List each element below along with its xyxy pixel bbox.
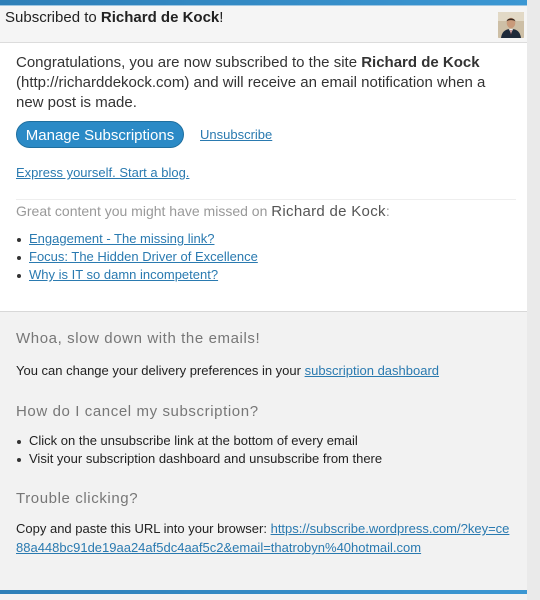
list-item: Visit your subscription dashboard and un… bbox=[16, 450, 516, 468]
slow-down-section: Whoa, slow down with the emails! You can… bbox=[16, 330, 516, 380]
cancel-steps-list: Click on the unsubscribe link at the bot… bbox=[16, 432, 516, 468]
slow-down-text: You can change your delivery preferences… bbox=[16, 361, 516, 380]
message-part2: (http://richarddekock.com) and will rece… bbox=[16, 74, 486, 111]
manage-subscriptions-button[interactable]: Manage Subscriptions bbox=[16, 121, 184, 148]
header-site-name: Richard de Kock bbox=[100, 9, 220, 26]
recent-posts-list: Engagement - The missing link? Focus: Th… bbox=[16, 230, 258, 284]
start-blog-link[interactable]: Express yourself. Start a blog. bbox=[16, 165, 189, 180]
trouble-text-body: Copy and paste this URL into your browse… bbox=[16, 521, 271, 536]
trouble-heading: Trouble clicking? bbox=[16, 490, 139, 507]
missed-prefix: Great content you might have missed on bbox=[16, 203, 272, 219]
message-part1: Congratulations, you are now subscribed … bbox=[16, 54, 362, 71]
cancel-section: How do I cancel my subscription? Click o… bbox=[16, 403, 516, 468]
missed-suffix: : bbox=[385, 203, 390, 219]
missed-site-name: Richard de Kock bbox=[271, 203, 386, 220]
post-link[interactable]: Focus: The Hidden Driver of Excellence bbox=[29, 249, 258, 264]
header-title: Subscribed to Richard de Kock! bbox=[5, 9, 223, 26]
slow-down-heading: Whoa, slow down with the emails! bbox=[16, 330, 261, 347]
avatar bbox=[498, 12, 524, 38]
missed-content-heading: Great content you might have missed on R… bbox=[16, 203, 390, 220]
avatar-portrait-icon bbox=[498, 12, 524, 38]
message-site-name: Richard de Kock bbox=[361, 54, 480, 71]
unsubscribe-link[interactable]: Unsubscribe bbox=[200, 127, 272, 142]
trouble-section: Trouble clicking? Copy and paste this UR… bbox=[16, 490, 516, 557]
confirmation-message: Congratulations, you are now subscribed … bbox=[16, 53, 516, 113]
subscription-header: Subscribed to Richard de Kock! bbox=[0, 6, 527, 43]
subscription-card: Congratulations, you are now subscribed … bbox=[0, 43, 527, 312]
email-frame: Subscribed to Richard de Kock! Congratul… bbox=[0, 0, 527, 600]
post-link[interactable]: Why is IT so damn incompetent? bbox=[29, 267, 218, 282]
list-item: Why is IT so damn incompetent? bbox=[16, 266, 258, 284]
bottom-accent-bar bbox=[0, 590, 527, 594]
list-item: Click on the unsubscribe link at the bot… bbox=[16, 432, 516, 450]
divider bbox=[16, 199, 516, 200]
subscription-dashboard-link[interactable]: subscription dashboard bbox=[305, 363, 439, 378]
scrollbar-track[interactable] bbox=[527, 0, 540, 600]
list-item: Focus: The Hidden Driver of Excellence bbox=[16, 248, 258, 266]
cancel-heading: How do I cancel my subscription? bbox=[16, 403, 259, 420]
list-item: Engagement - The missing link? bbox=[16, 230, 258, 248]
trouble-text: Copy and paste this URL into your browse… bbox=[16, 519, 516, 557]
header-suffix: ! bbox=[219, 9, 224, 26]
post-link[interactable]: Engagement - The missing link? bbox=[29, 231, 214, 246]
header-prefix: Subscribed to bbox=[5, 9, 101, 26]
slow-down-text-body: You can change your delivery preferences… bbox=[16, 363, 305, 378]
